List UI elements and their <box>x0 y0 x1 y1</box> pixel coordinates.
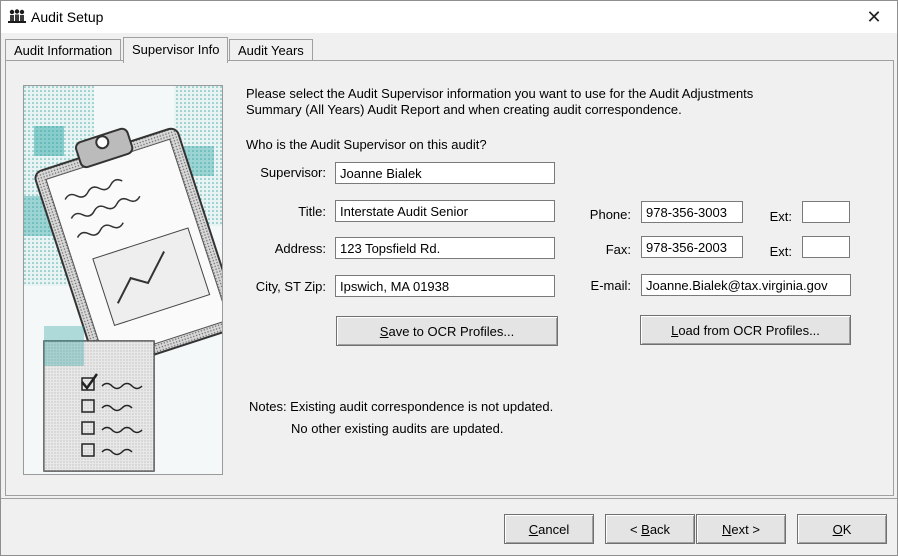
load-from-ocr-profiles-button[interactable]: Load from OCR Profiles... <box>640 315 851 345</box>
intro-text: Please select the Audit Supervisor infor… <box>246 86 806 118</box>
back-button[interactable]: < Back <box>605 514 695 544</box>
next-button[interactable]: Next > <box>696 514 786 544</box>
load-button-label: oad from OCR Profiles... <box>678 322 820 338</box>
save-to-ocr-profiles-button[interactable]: Save to OCR Profiles... <box>336 316 558 346</box>
tab-audit-years[interactable]: Audit Years <box>229 39 313 61</box>
tab-supervisor-info[interactable]: Supervisor Info <box>123 37 229 63</box>
phone-ext-field[interactable] <box>802 201 850 223</box>
cancel-button-label: ancel <box>538 521 570 537</box>
email-label: E-mail: <box>590 278 631 293</box>
load-button-hotkey: L <box>671 322 679 338</box>
next-button-hotkey: N <box>722 521 732 537</box>
tab-audit-information[interactable]: Audit Information <box>5 39 122 61</box>
city-st-zip-field[interactable] <box>335 275 555 297</box>
ok-button-label: K <box>842 521 852 537</box>
intro-line-2: Summary (All Years) Audit Report and whe… <box>246 102 682 117</box>
supervisor-field[interactable] <box>335 162 555 184</box>
phone-label: Phone: <box>589 207 631 222</box>
back-button-prefix: < <box>629 521 642 537</box>
fax-ext-label: Ext: <box>769 244 792 259</box>
notes-line-1: Notes: Existing audit correspondence is … <box>249 399 554 414</box>
next-button-label: ext > <box>731 521 760 537</box>
supervisor-question: Who is the Audit Supervisor on this audi… <box>246 137 487 152</box>
supervisor-info-panel: Please select the Audit Supervisor infor… <box>5 60 894 496</box>
phone-field[interactable] <box>641 201 743 223</box>
fax-ext-field[interactable] <box>802 236 850 258</box>
cancel-button-hotkey: C <box>528 521 539 537</box>
ok-button[interactable]: OK <box>797 514 887 544</box>
close-icon[interactable]: ✕ <box>851 1 897 33</box>
title-label: Title: <box>298 204 326 219</box>
email-field[interactable] <box>641 274 851 296</box>
intro-line-1: Please select the Audit Supervisor infor… <box>246 86 754 101</box>
title-bar: Audit Setup ✕ <box>1 1 897 33</box>
tab-strip: Audit Information Supervisor Info Audit … <box>5 37 885 63</box>
notes-line-2: No other existing audits are updated. <box>291 421 504 436</box>
ok-button-hotkey: O <box>832 521 843 537</box>
window-title: Audit Setup <box>31 9 104 25</box>
back-button-label: ack <box>649 521 671 537</box>
wizard-footer: Cancel < Back Next > OK <box>1 499 897 555</box>
clipboard-checklist-image <box>23 85 223 475</box>
people-icon <box>8 8 26 24</box>
address-field[interactable] <box>335 237 555 259</box>
city-st-zip-label: City, ST Zip: <box>255 279 326 294</box>
notes: Notes: Existing audit correspondence is … <box>249 396 553 440</box>
fax-field[interactable] <box>641 236 743 258</box>
audit-setup-window: Audit Setup ✕ Audit Information Supervis… <box>0 0 898 556</box>
address-label: Address: <box>274 241 326 256</box>
supervisor-label: Supervisor: <box>260 165 326 180</box>
back-button-hotkey: B <box>641 521 650 537</box>
save-button-label: ave to OCR Profiles... <box>388 323 515 339</box>
phone-ext-label: Ext: <box>769 209 792 224</box>
cancel-button[interactable]: Cancel <box>504 514 594 544</box>
fax-label: Fax: <box>605 242 631 257</box>
save-button-hotkey: S <box>379 323 389 339</box>
title-field[interactable] <box>335 200 555 222</box>
